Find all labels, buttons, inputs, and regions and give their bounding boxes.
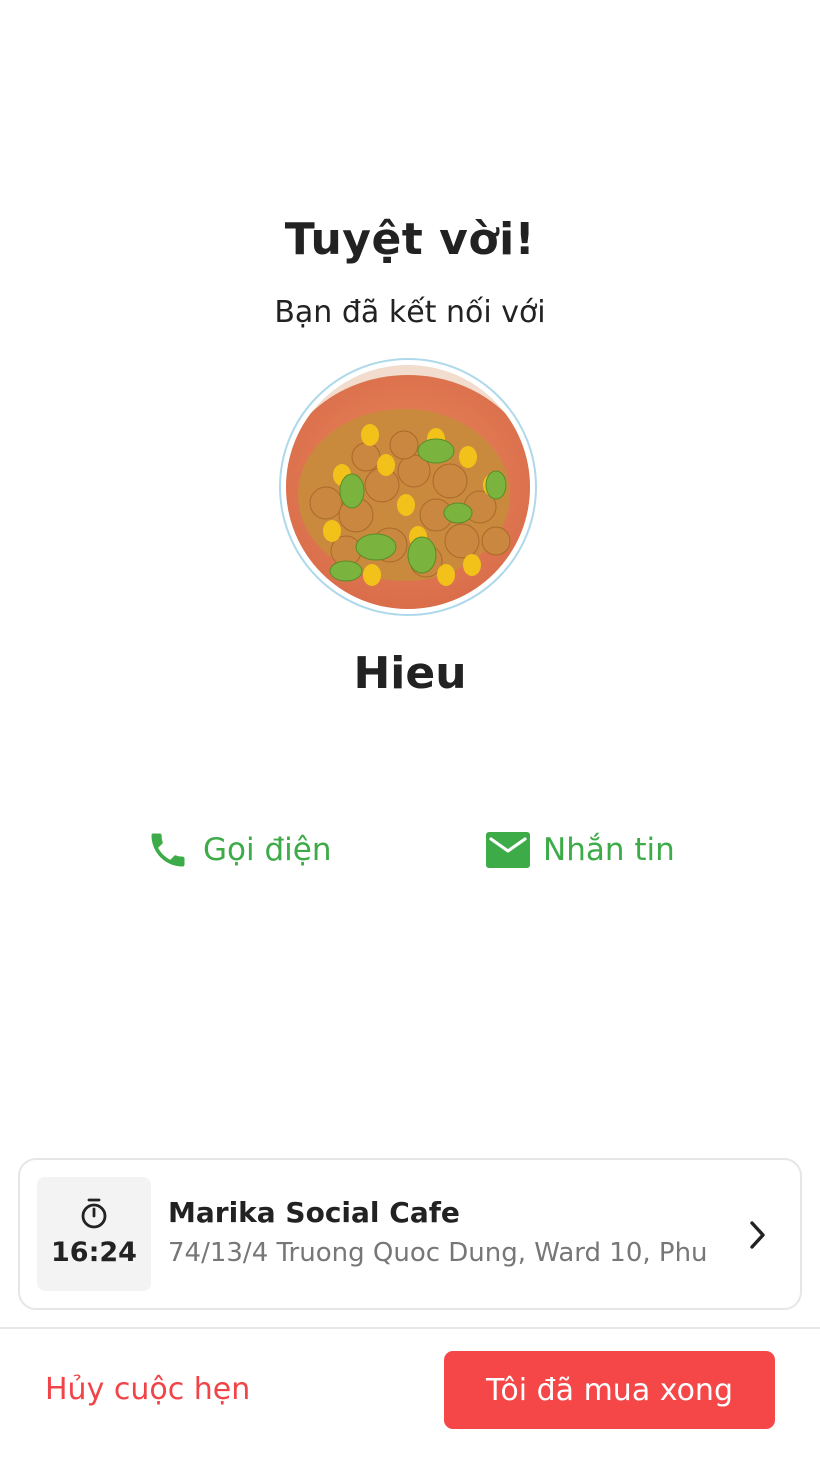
stopwatch-icon xyxy=(81,1198,107,1229)
cancel-appointment-link[interactable]: Hủy cuộc hẹn xyxy=(45,1372,250,1407)
call-button[interactable]: Gọi điện xyxy=(145,822,331,878)
call-label: Gọi điện xyxy=(203,832,332,868)
time-box: 16:24 xyxy=(37,1177,151,1291)
mail-icon xyxy=(485,827,531,873)
message-label: Nhắn tin xyxy=(543,832,675,868)
contact-name: Hieu xyxy=(353,648,467,699)
message-button[interactable]: Nhắn tin xyxy=(485,822,675,878)
appointment-card[interactable]: 16:24 Marika Social Cafe 74/13/4 Truong … xyxy=(18,1158,802,1310)
done-purchase-button[interactable]: Tôi đã mua xong xyxy=(444,1351,775,1429)
footer-divider xyxy=(0,1327,820,1329)
page-subtitle: Bạn đã kết nối với xyxy=(274,295,546,330)
avatar xyxy=(279,358,537,616)
appointment-time: 16:24 xyxy=(51,1237,137,1268)
place-name: Marika Social Cafe xyxy=(168,1196,460,1229)
avatar-image xyxy=(286,365,530,609)
chevron-right-icon xyxy=(750,1221,765,1249)
connection-success-screen: Tuyệt vời! Bạn đã kết nối với Hieu Gọi đ… xyxy=(0,0,820,1458)
page-title: Tuyệt vời! xyxy=(284,214,536,265)
place-address: 74/13/4 Truong Quoc Dung, Ward 10, Phu xyxy=(168,1238,708,1268)
phone-icon xyxy=(145,827,191,873)
